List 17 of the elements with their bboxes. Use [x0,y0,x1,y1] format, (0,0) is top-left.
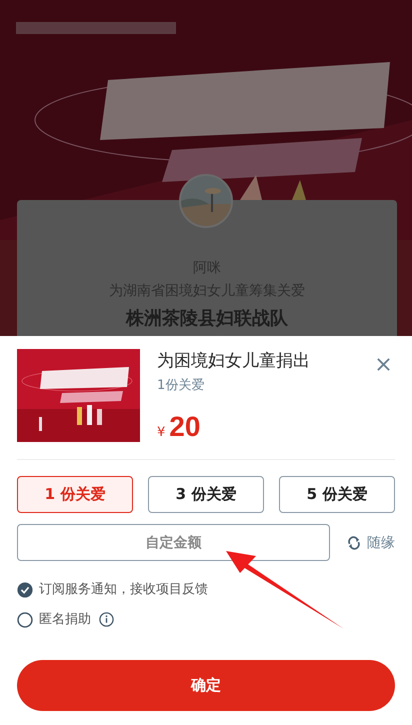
checkbox-label: 匿名捐助 [39,611,91,629]
confirm-button[interactable]: 确定 [17,660,395,711]
amount-option[interactable]: 1 份关爱 [17,476,133,513]
donation-amount: 20 [169,412,200,442]
currency-sign: ¥ [157,425,166,440]
amount-option[interactable]: 3 份关爱 [148,476,264,513]
donation-unit: 1份关爱 [157,377,206,394]
refresh-icon[interactable] [347,536,361,550]
amount-option[interactable]: 5 份关爱 [279,476,395,513]
checkbox[interactable] [17,612,33,628]
checkbox[interactable] [17,582,33,598]
donation-title: 为困境妇女儿童捐出 [157,350,311,372]
checkbox-label: 订阅服务通知，接收项目反馈 [39,581,208,599]
random-link[interactable]: 随缘 [367,534,395,552]
close-icon[interactable] [376,357,391,372]
info-icon[interactable] [99,612,114,627]
custom-amount-button[interactable]: 自定金额 [17,524,330,561]
